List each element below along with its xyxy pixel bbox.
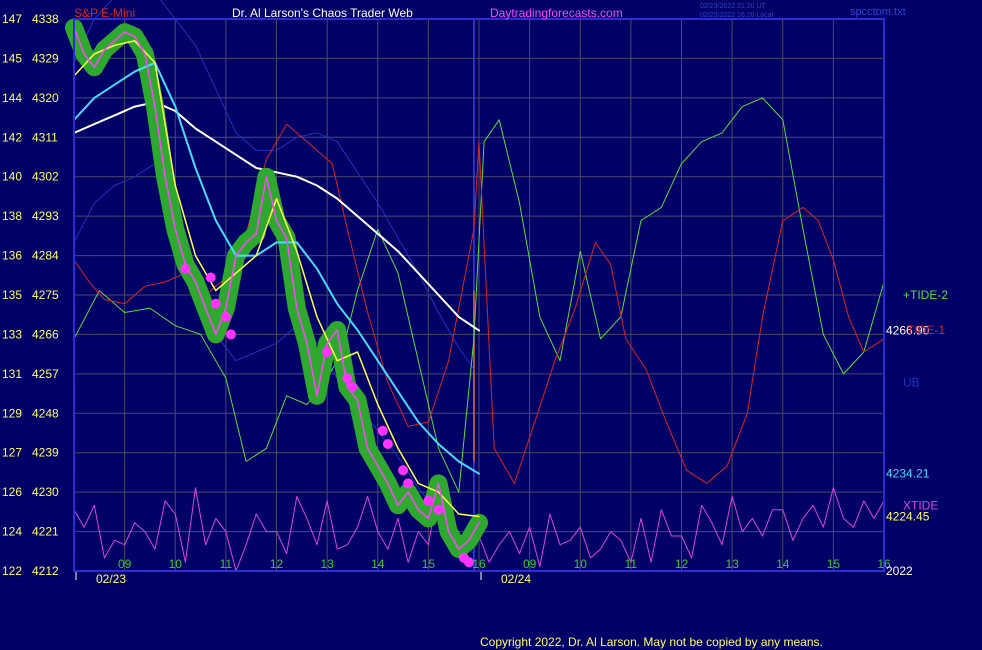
price-highlight-dot (342, 373, 353, 384)
y-tick-index: 147 (2, 12, 22, 26)
price-highlight-dot (210, 298, 221, 309)
y-tick-index: 145 (2, 51, 22, 65)
price-highlight-dot (433, 504, 444, 515)
timestamp-ut: 02/23/2022 21:20 UT (700, 3, 766, 10)
x-tick-hour: 10 (169, 557, 183, 571)
x-tick-hour: 09 (523, 557, 537, 571)
chaos-trader-chart: 147 4338 145 4329 144 4320 142 4311 140 4302 138 42… (0, 0, 982, 650)
x-tick-hour: 09 (118, 557, 132, 571)
y-tick-index: 122 (2, 564, 22, 578)
x-tick-hour: 14 (371, 557, 385, 571)
x-tick-hour: 14 (776, 557, 790, 571)
price-highlight-dot (180, 263, 191, 274)
y-tick-price: 4257 (32, 367, 59, 381)
price-highlight-dot (347, 382, 358, 392)
price-highlight-dot (322, 346, 333, 357)
y-tick-index: 140 (2, 170, 22, 184)
price-highlight-dot (423, 495, 434, 506)
price-highlight-dot (403, 478, 414, 489)
copyright: Copyright 2022, Dr. Al Larson. May not b… (480, 635, 823, 649)
y-tick-price: 4248 (32, 406, 59, 420)
y-tick-price: 4275 (32, 288, 59, 302)
y-tick-index: 133 (2, 327, 22, 341)
price-highlight-dot (205, 272, 216, 283)
x-date-label: 02/24 (501, 572, 531, 586)
y-tick-index: 142 (2, 130, 22, 144)
y-tick-price: 4311 (32, 130, 58, 144)
x-tick-hour: 13 (320, 557, 334, 571)
y-tick-index: 126 (2, 485, 22, 499)
legend-label: UB (903, 376, 920, 390)
timestamp-local: 02/23/2022 16:20 Local (700, 12, 774, 19)
y-tick-index: 136 (2, 249, 22, 263)
x-tick-hour: 12 (675, 557, 689, 571)
chart-title: Dr. Al Larson's Chaos Trader Web (232, 6, 413, 20)
price-highlight-dot (382, 438, 393, 449)
y-tick-index: 135 (2, 288, 22, 302)
y-tick-index: 144 (2, 91, 22, 105)
legend-label: XTIDE (903, 498, 938, 512)
legend-label: -TIDE-1 (903, 323, 945, 337)
data-file-name: spcctom.txt (850, 6, 906, 18)
x-tick-hour: 10 (574, 557, 588, 571)
x-tick-hour: 11 (625, 557, 638, 571)
price-highlight-dot (398, 465, 409, 476)
symbol-title: S&P E-Mini (74, 6, 135, 20)
y-tick-index: 138 (2, 209, 22, 223)
y-tick-price: 4239 (32, 446, 59, 460)
right-value-label: 4234.21 (886, 467, 930, 481)
y-tick-price: 4338 (32, 12, 59, 26)
y-tick-price: 4212 (32, 564, 59, 578)
y-tick-price: 4320 (32, 91, 59, 105)
x-date-label: 02/23 (96, 572, 126, 586)
x-tick-hour: 16 (472, 557, 486, 571)
y-tick-price: 4266 (32, 327, 59, 341)
x-tick-hour: 15 (422, 557, 436, 571)
price-highlight-dot (220, 311, 231, 322)
x-tick-hour: 15 (827, 557, 841, 571)
y-tick-price: 4329 (32, 51, 59, 65)
y-tick-price: 4221 (32, 525, 59, 539)
price-highlight-dot (377, 425, 388, 436)
x-tick-hour: 13 (725, 557, 739, 571)
legend-label: +TIDE-2 (903, 288, 948, 302)
y-tick-price: 4284 (32, 249, 59, 263)
y-tick-price: 4293 (32, 209, 59, 223)
price-highlight-dot (225, 329, 236, 340)
y-tick-price: 4302 (32, 170, 59, 184)
y-tick-index: 129 (2, 406, 22, 420)
x-tick-hour: 11 (220, 557, 233, 571)
y-tick-index: 131 (2, 367, 22, 381)
y-tick-price: 4230 (32, 485, 59, 499)
right-value-label: 2022 (886, 564, 913, 578)
site-link[interactable]: Daytradingforecasts.com (490, 6, 623, 20)
y-tick-index: 127 (2, 446, 22, 460)
y-tick-index: 124 (2, 525, 22, 539)
x-tick-hour: 12 (270, 557, 284, 571)
